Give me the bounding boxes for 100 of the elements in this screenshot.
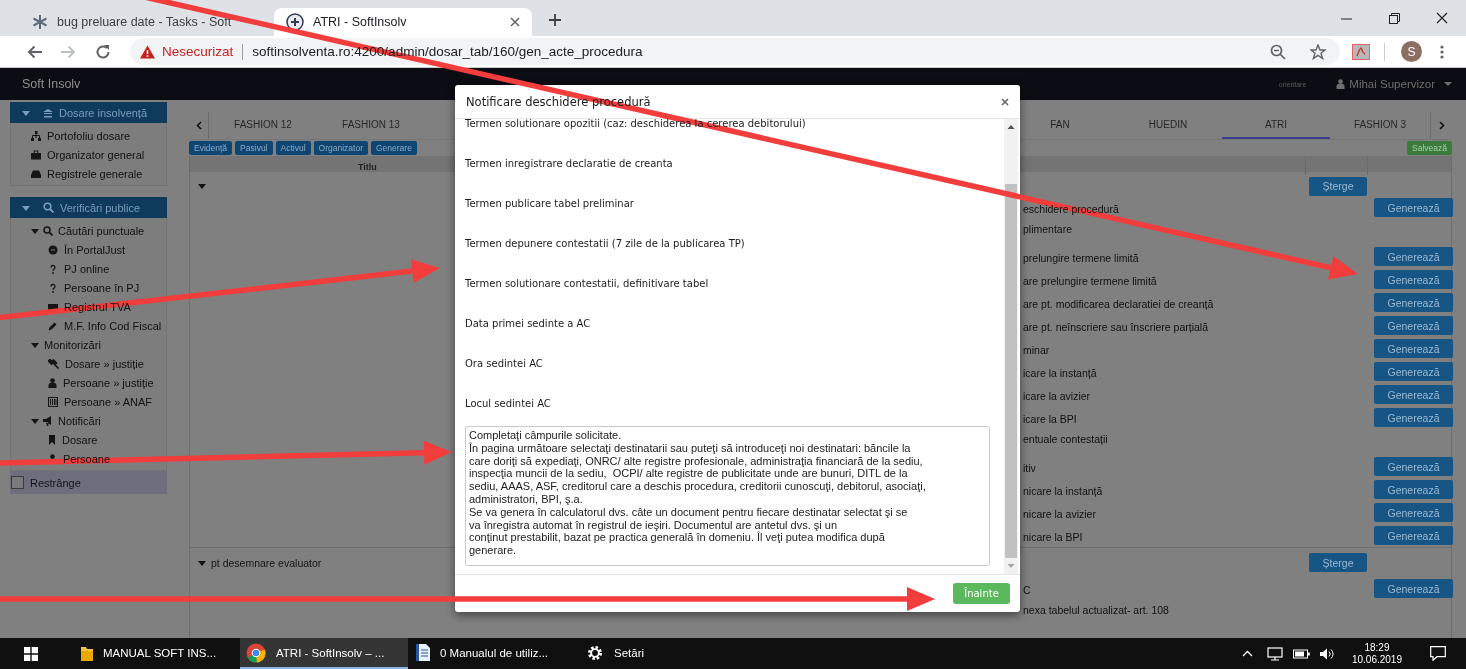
sidebar-item[interactable]: M.F. Info Cod Fiscal (11, 316, 166, 335)
plus-icon (548, 13, 562, 27)
document-title: C (1023, 583, 1031, 596)
search-icon (43, 225, 53, 236)
generate-button[interactable]: Generează (1374, 503, 1453, 523)
document-title: icare la instanță (1023, 366, 1097, 379)
field-label: Termen inregistrare declaratie de creanta (465, 157, 674, 171)
sidebar-item[interactable]: Persoane » justiție (11, 373, 166, 392)
group-title: pt desemnare evaluator (211, 556, 322, 569)
bank-icon (43, 107, 53, 118)
inbox-icon (31, 168, 41, 179)
generate-button[interactable]: Generează (1374, 198, 1453, 218)
clock-button[interactable]: 18:29 10.06.2019 (1343, 641, 1410, 666)
generate-button[interactable]: Generează (1374, 457, 1453, 477)
network-icon[interactable] (1266, 646, 1283, 661)
delete-button[interactable]: Șterge (1309, 553, 1367, 573)
warning-icon (140, 44, 155, 59)
pdf-icon[interactable] (1352, 43, 1370, 60)
field-label: Ora sedintei AC (465, 357, 544, 371)
close-tab-button[interactable] (510, 17, 520, 27)
file-tab[interactable]: FASHION 12 (209, 112, 317, 139)
user-icon (1336, 79, 1346, 89)
generate-button[interactable]: Generează (1374, 579, 1453, 599)
file-tab[interactable]: ATRI (1222, 112, 1330, 139)
profile-button[interactable]: S (1401, 41, 1422, 62)
more-icon[interactable] (1440, 44, 1444, 59)
delete-button[interactable]: Șterge (1309, 176, 1367, 196)
sidebar-item[interactable]: Registrele generale (11, 164, 166, 183)
volume-icon[interactable] (1319, 647, 1334, 660)
sidebar-item[interactable]: Persoane în PJ (11, 278, 166, 297)
taskbar-button[interactable]: Setări (580, 638, 665, 669)
taskbar-button[interactable]: ATRI - SoftInsolv – ... (240, 638, 408, 669)
browser-icon (246, 642, 266, 663)
file-tab[interactable]: HUEDIN (1114, 112, 1222, 139)
snowflake-icon (32, 14, 48, 30)
card-icon (48, 301, 58, 312)
sidebar-item[interactable]: PJ online (11, 259, 166, 278)
sidebar-item[interactable]: Notificări (11, 411, 166, 430)
file-tab[interactable]: FASHION 3 (1330, 112, 1430, 139)
sidebar-item[interactable]: Dosare » justiție (11, 354, 166, 373)
section-button[interactable]: Generare (370, 141, 417, 155)
field-label: Locul sedintei AC (465, 397, 552, 411)
help-icon (48, 263, 58, 274)
section-button[interactable]: Evidență (189, 141, 233, 155)
generate-button[interactable]: Generează (1374, 385, 1453, 405)
logo-icon (286, 13, 304, 31)
generate-button[interactable]: Generează (1374, 339, 1453, 359)
generate-button[interactable]: Generează (1374, 362, 1453, 382)
taskbar-button[interactable]: MANUAL SOFT INS... (75, 638, 238, 669)
sidebar-section-header[interactable]: Verificări publice (10, 197, 167, 218)
arrow-up-icon[interactable] (1007, 123, 1015, 131)
security-label[interactable]: Nesecurizat (162, 44, 234, 59)
save-button[interactable]: Salvează (1407, 141, 1452, 155)
file-tab[interactable]: FASHION 13 (317, 112, 425, 139)
sidebar-item[interactable]: Organizator general (11, 145, 166, 164)
generate-button[interactable]: Generează (1374, 408, 1453, 428)
sidebar-item[interactable]: Dosare (11, 430, 166, 449)
close-button[interactable] (1001, 97, 1009, 106)
sidebar-item[interactable]: În PortalJust (11, 240, 166, 259)
battery-icon[interactable] (1292, 648, 1310, 659)
close-icon (510, 17, 520, 27)
document-title: are pt. modificarea declaratiei de creanță (1023, 297, 1214, 310)
star-icon[interactable] (1310, 43, 1326, 60)
sidebar-section-header[interactable]: Dosare insolvență (10, 102, 167, 123)
generate-button[interactable]: Generează (1374, 316, 1453, 336)
sidebar-item[interactable]: Monitorizări (11, 335, 166, 354)
next-button[interactable]: Înainte (953, 583, 1010, 604)
document-icon (416, 644, 430, 661)
info-text-area[interactable]: Completaţi câmpurile solicitate. În pagina următoare selectaţi destinatarii sau puteţi să introduceţi noi destinatari: băncile la care doriţi să expediaţi, ONRC/ alte registre profesionale, administraţia financiară de la sediu, inspecţia muncii de la sediu, OCPI/ alte registre de publicitate unde are bunuri, DITL de la sediu, AAAS, ASF, creditorul care a deschis procedura, creditorii cunoscuţi, debitorul, asociaţi, administratori, BPI, ş.a. Se va genera în calculatorul dvs. câte un document pentru fiecare destinatar selectat şi se va înregistra automat în registrul de ieşiri. Documentul are antetul dvs. şi un conţinut prestabilit, bazat pe practica generală în domeniu. Îl veţi putea modifica după generare. (465, 426, 990, 566)
user-menu[interactable]: Mihai Supervizor (1336, 78, 1452, 90)
browser-tab[interactable]: ATRI - SoftInsolv (274, 8, 532, 36)
sidebar-item[interactable]: Persoane » ANAF (11, 392, 166, 411)
section-button[interactable]: Activul (275, 141, 311, 155)
document-title: nicare la BPI (1023, 530, 1083, 543)
field-label: Termen publicare tabel preliminar (465, 197, 635, 211)
close-icon (1001, 97, 1009, 106)
notification-icon[interactable] (1430, 646, 1446, 661)
generate-button[interactable]: Generează (1374, 293, 1453, 313)
zoom-out-icon[interactable] (1270, 43, 1286, 60)
document-title: are pt. neînscriere sau înscriere parțială (1023, 320, 1208, 333)
section-button[interactable]: Pasivul (235, 141, 273, 155)
browser-tab[interactable]: bug preluare date - Tasks - Soft (20, 8, 270, 36)
sidebar-item[interactable]: Căutări punctuale (11, 221, 166, 240)
scrollbar[interactable] (1004, 119, 1018, 574)
circle-icon (48, 244, 58, 255)
generate-button[interactable]: Generează (1374, 480, 1453, 500)
collapse-checkbox[interactable] (11, 476, 24, 489)
taskbar-button[interactable]: 0 Manualul de utiliz... (410, 638, 578, 669)
pencil-icon (48, 320, 58, 331)
generate-button[interactable]: Generează (1374, 526, 1453, 546)
document-title: prelungire termene limită (1023, 251, 1139, 264)
generate-button[interactable]: Generează (1374, 270, 1453, 290)
section-button[interactable]: Organizator (313, 141, 368, 155)
search-icon (43, 202, 54, 213)
help-icon (48, 282, 58, 293)
generate-button[interactable]: Generează (1374, 247, 1453, 267)
document-title: plimentare (1023, 222, 1073, 235)
reload-button[interactable] (94, 42, 112, 61)
sidebar-item[interactable]: Portofoliu dosare (11, 126, 166, 145)
chevron-up-icon[interactable] (1241, 650, 1253, 657)
